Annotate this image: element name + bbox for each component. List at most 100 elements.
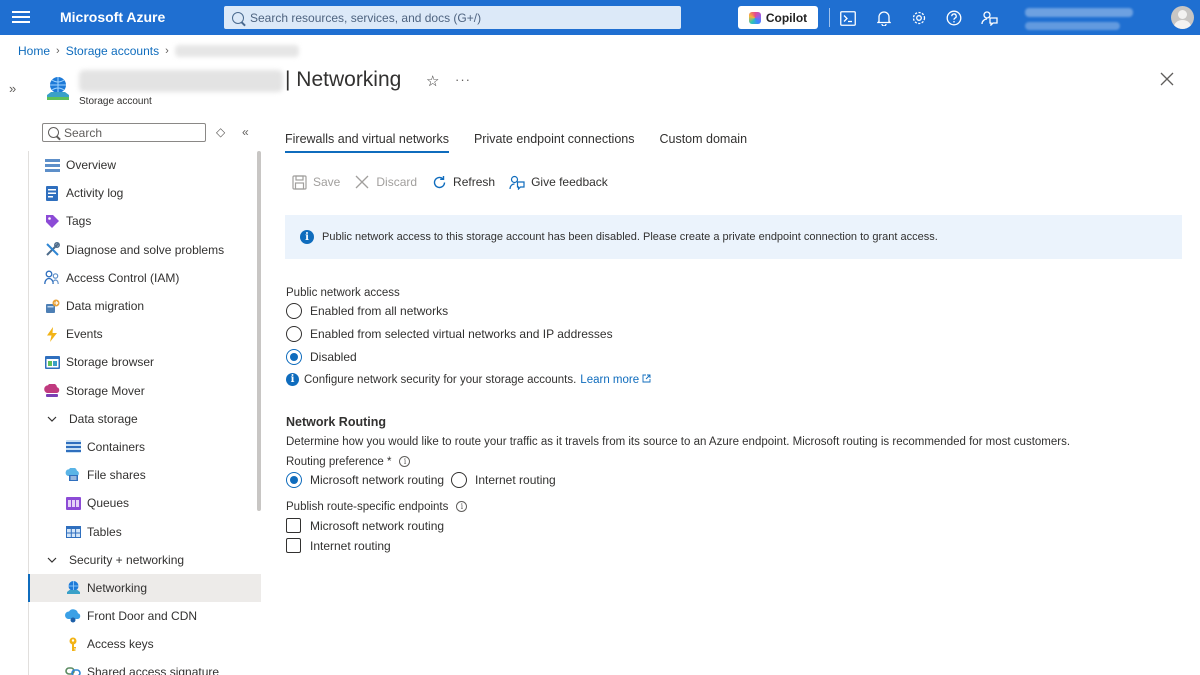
- sidebar-item-file-shares[interactable]: File shares: [28, 461, 261, 489]
- sidebar-item-data-migration[interactable]: Data migration: [28, 292, 261, 320]
- checkbox-publish-microsoft-routing[interactable]: Microsoft network routing: [286, 518, 444, 533]
- refresh-button[interactable]: Refresh: [431, 174, 495, 190]
- chevron-down-icon: [47, 416, 57, 422]
- sidebar-item-label: Activity log: [66, 186, 124, 201]
- avatar[interactable]: [1171, 6, 1194, 29]
- checkbox[interactable]: [286, 518, 301, 533]
- search-icon: [48, 127, 59, 138]
- breadcrumb-resource-redacted[interactable]: [174, 45, 299, 57]
- help-icon[interactable]: [945, 9, 963, 27]
- page-title: | Networking: [285, 68, 402, 91]
- checkbox[interactable]: [286, 538, 301, 553]
- radio-button-selected[interactable]: [286, 349, 302, 365]
- brand-title[interactable]: Microsoft Azure: [60, 9, 165, 25]
- hamburger-menu-icon[interactable]: [10, 8, 32, 28]
- radio-button-selected[interactable]: [286, 472, 302, 488]
- resource-name-redacted: [79, 70, 283, 92]
- save-button[interactable]: Save: [291, 174, 340, 190]
- tab-private-endpoint-connections[interactable]: Private endpoint connections: [474, 132, 635, 153]
- copilot-icon: [748, 11, 761, 24]
- sidebar-item-tags[interactable]: Tags: [28, 207, 261, 235]
- collapse-sidebar-icon[interactable]: «: [242, 125, 249, 139]
- favorite-star-icon[interactable]: ☆: [426, 72, 439, 90]
- radio-enabled-selected-networks[interactable]: Enabled from selected virtual networks a…: [286, 326, 613, 342]
- sidebar-item-label: File shares: [87, 468, 146, 483]
- cloud-shell-icon[interactable]: [839, 9, 857, 27]
- sidebar-item-label: Queues: [87, 496, 130, 511]
- sidebar-item-storage-mover[interactable]: Storage Mover: [28, 377, 261, 405]
- copilot-button[interactable]: Copilot: [738, 6, 818, 29]
- publish-endpoints-label: Publish route-specific endpoints i: [286, 501, 468, 513]
- activity-log-icon: [44, 185, 60, 201]
- sidebar-item-networking[interactable]: Networking: [28, 573, 261, 603]
- sidebar-item-storage-browser[interactable]: Storage browser: [28, 348, 261, 376]
- publish-endpoints-text: Publish route-specific endpoints: [286, 501, 449, 513]
- network-routing-description: Determine how you would like to route yo…: [286, 436, 1071, 448]
- command-bar: Save Discard Refresh Give feedback: [291, 174, 622, 190]
- learn-more-link[interactable]: Learn more: [580, 374, 651, 386]
- radio-button[interactable]: [286, 303, 302, 319]
- radio-enabled-all-networks[interactable]: Enabled from all networks: [286, 303, 448, 319]
- sidebar-item-shared-access-signature[interactable]: Shared access signature: [28, 658, 261, 675]
- give-feedback-button[interactable]: Give feedback: [509, 174, 608, 190]
- sidebar-item-queues[interactable]: Queues: [28, 489, 261, 517]
- help-info-icon[interactable]: i: [456, 501, 468, 513]
- sidebar-item-diagnose[interactable]: Diagnose and solve problems: [28, 236, 261, 264]
- close-icon[interactable]: [1160, 72, 1176, 88]
- radio-button[interactable]: [286, 326, 302, 342]
- hint-text: Configure network security for your stor…: [304, 373, 577, 386]
- sidebar-search[interactable]: [42, 123, 206, 142]
- radio-microsoft-routing[interactable]: Microsoft network routing: [286, 472, 444, 488]
- file-shares-icon: [65, 467, 81, 483]
- sidebar-item-front-door-cdn[interactable]: Front Door and CDN: [28, 602, 261, 630]
- tab-firewalls-virtual-networks[interactable]: Firewalls and virtual networks: [285, 132, 449, 153]
- breadcrumb-storage-accounts[interactable]: Storage accounts: [66, 44, 159, 58]
- radio-disabled[interactable]: Disabled: [286, 349, 357, 365]
- sidebar-item-containers[interactable]: Containers: [28, 433, 261, 461]
- more-options-icon[interactable]: ···: [455, 72, 471, 87]
- breadcrumb: Home › Storage accounts ›: [18, 44, 299, 58]
- sidebar-group-data-storage[interactable]: Data storage: [28, 405, 261, 433]
- global-search-input[interactable]: [250, 10, 670, 25]
- sidebar-toggle-icon[interactable]: ◇: [216, 125, 225, 139]
- gear-icon[interactable]: [910, 9, 928, 27]
- sidebar-item-access-control[interactable]: Access Control (IAM): [28, 264, 261, 292]
- checkbox-publish-internet-routing[interactable]: Internet routing: [286, 538, 391, 553]
- feedback-icon[interactable]: [980, 9, 998, 27]
- info-icon: i: [300, 230, 314, 244]
- radio-label: Disabled: [310, 350, 357, 364]
- expand-sidebar-icon[interactable]: »: [9, 81, 16, 96]
- sidebar-item-events[interactable]: Events: [28, 320, 261, 348]
- tab-custom-domain[interactable]: Custom domain: [659, 132, 747, 153]
- checkbox-label: Internet routing: [310, 538, 391, 553]
- data-migration-icon: [44, 298, 60, 314]
- network-routing-title: Network Routing: [286, 415, 386, 429]
- global-search[interactable]: [224, 6, 681, 29]
- key-icon: [65, 636, 81, 652]
- breadcrumb-home[interactable]: Home: [18, 44, 50, 58]
- page-subtitle: Storage account: [79, 96, 152, 107]
- sidebar-item-overview[interactable]: Overview: [28, 151, 261, 179]
- sidebar-item-label: Tags: [66, 214, 92, 229]
- people-icon: [44, 270, 60, 286]
- account-info[interactable]: [1025, 5, 1165, 31]
- discard-button[interactable]: Discard: [354, 174, 417, 190]
- radio-internet-routing[interactable]: Internet routing: [451, 472, 556, 488]
- radio-label: Microsoft network routing: [310, 473, 445, 487]
- bell-icon[interactable]: [875, 9, 893, 27]
- sidebar-scrollbar[interactable]: [257, 151, 261, 511]
- sidebar-item-activity-log[interactable]: Activity log: [28, 179, 261, 207]
- sidebar-item-label: Data storage: [69, 411, 138, 426]
- radio-button[interactable]: [451, 472, 467, 488]
- save-label: Save: [313, 175, 341, 189]
- sidebar-item-access-keys[interactable]: Access keys: [28, 630, 261, 658]
- sidebar-search-input[interactable]: [64, 125, 194, 140]
- sidebar-item-label: Tables: [87, 524, 122, 539]
- sidebar-item-tables[interactable]: Tables: [28, 517, 261, 545]
- network-security-hint: i Configure network security for your st…: [286, 373, 651, 386]
- account-name-redacted: [1025, 8, 1133, 17]
- info-banner-text: Public network access to this storage ac…: [322, 231, 938, 243]
- sidebar-item-label: Storage Mover: [66, 383, 145, 398]
- help-info-icon[interactable]: i: [399, 456, 411, 468]
- sidebar-group-security-networking[interactable]: Security + networking: [28, 546, 261, 574]
